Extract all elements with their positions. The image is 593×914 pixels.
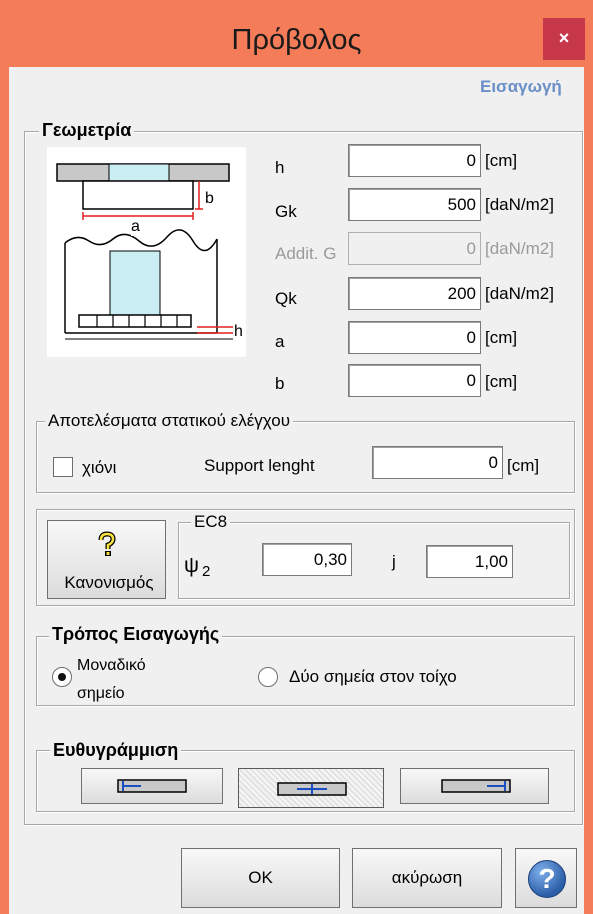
unit-addit-g: [daN/m2] [485,239,554,258]
addit-g-field: 0 [348,232,481,265]
align-left-icon [117,779,187,793]
radio-single-point[interactable] [52,667,72,687]
diagram-label-h: h [234,323,243,340]
window-frame-left [0,0,9,914]
radio-selected-dot [58,673,66,681]
field-label-addit-g: Addit. G [275,244,337,263]
align-center-button[interactable] [238,768,384,808]
snow-checkbox[interactable] [53,457,73,477]
regulations-button-label: Κανονισμός [64,573,154,592]
cantilever-diagram-icon [56,163,233,340]
window-frame-right [584,0,593,914]
unit-h: [cm] [485,151,518,170]
unit-qk: [daN/m2] [485,284,554,303]
window-title: Πρόβολος [231,24,362,56]
input-mode-legend: Τρόπος Εισαγωγής [49,624,223,645]
snow-label: χιόνι [82,458,117,477]
single-point-label: Μοναδικό σημείο [77,657,146,702]
ec8-legend: EC8 [191,512,231,532]
geometry-legend: Γεωμετρία [39,120,135,141]
a-field[interactable]: 0 [348,321,481,354]
entry-link[interactable]: Εισαγωγή [480,77,562,97]
close-button[interactable]: × [543,18,585,60]
unit-b: [cm] [485,372,518,391]
diagram-label-a: a [131,218,140,236]
unit-a: [cm] [485,328,518,347]
results-legend: Αποτελέσματα στατικού ελέγχου [45,411,293,431]
help-icon: ? [528,860,566,898]
geometry-diagram: b a h [47,147,246,357]
h-field[interactable]: 0 [348,144,481,177]
field-label-a: a [275,332,285,351]
align-left-button[interactable] [81,768,223,804]
psi-subscript: 2 [201,563,211,580]
align-right-button[interactable] [400,768,549,804]
field-label-h: h [275,158,285,177]
support-length-label: Support lenght [204,456,315,475]
psi-symbol: ψ [184,554,199,577]
j-label: j [392,552,396,571]
field-label-qk: Qk [275,289,297,308]
hint-icon [95,531,119,557]
psi2-field[interactable]: 0,30 [262,543,352,576]
cancel-button[interactable]: ακύρωση [352,848,502,908]
align-right-icon [441,779,511,793]
psi-label: ψ2 [184,554,210,580]
help-button[interactable]: ? [515,848,577,908]
b-field[interactable]: 0 [348,364,481,397]
ok-button[interactable]: OK [181,848,340,908]
qk-field[interactable]: 200 [348,277,481,310]
field-label-b: b [275,374,285,393]
support-length-unit: [cm] [507,456,540,475]
align-center-icon [277,782,347,796]
j-field[interactable]: 1,00 [426,545,513,578]
unit-gk: [daN/m2] [485,195,554,214]
diagram-label-b: b [205,190,214,207]
two-points-label: Δύο σημεία στον τοίχο [289,667,457,686]
radio-two-points[interactable] [258,667,278,687]
alignment-legend: Ευθυγράμμιση [50,740,182,761]
regulations-button[interactable]: Κανονισμός [47,520,166,599]
support-length-field[interactable]: 0 [372,446,503,479]
gk-field[interactable]: 500 [348,188,481,221]
field-label-gk: Gk [275,202,297,221]
